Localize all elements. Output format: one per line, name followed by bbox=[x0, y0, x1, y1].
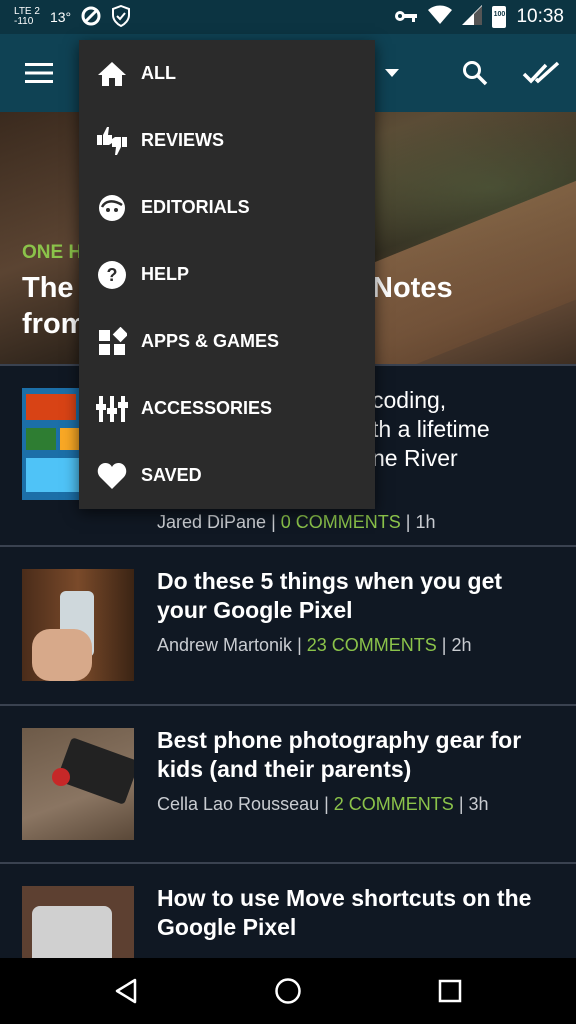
lte-bottom: -110 bbox=[14, 16, 34, 27]
search-icon[interactable] bbox=[454, 34, 496, 112]
status-bar: LTE 2 -110 13° 100 10:38 bbox=[0, 0, 576, 34]
meta-separator: | bbox=[453, 794, 469, 814]
hamburger-icon[interactable] bbox=[18, 34, 60, 112]
face-icon bbox=[95, 191, 129, 225]
menu-item-label: ALL bbox=[141, 63, 176, 83]
comments-link[interactable]: 23 COMMENTS bbox=[307, 635, 437, 655]
article-meta: Andrew Martonik | 23 COMMENTS | 2h bbox=[157, 635, 472, 656]
menu-item-all[interactable]: ALL bbox=[79, 40, 375, 107]
article-title-partial: coding, th a lifetime ne River bbox=[372, 386, 490, 473]
recents-icon[interactable] bbox=[402, 958, 498, 1024]
article-age: 3h bbox=[468, 794, 489, 814]
title-fragment: ne River bbox=[372, 445, 458, 471]
cell-signal-icon bbox=[462, 4, 483, 30]
menu-item-editorials[interactable]: EDITORIALS bbox=[79, 174, 375, 241]
back-icon[interactable] bbox=[78, 958, 174, 1024]
meta-separator: | bbox=[292, 635, 307, 655]
article-thumbnail bbox=[22, 728, 134, 840]
menu-item-label: ACCESSORIES bbox=[141, 398, 273, 418]
hero-kicker: ONE H bbox=[22, 242, 83, 263]
thumbs-icon bbox=[95, 124, 129, 158]
meta-separator: | bbox=[436, 635, 452, 655]
article-title[interactable]: Do these 5 things when you get your Goog… bbox=[157, 567, 537, 625]
article-age: 2h bbox=[451, 635, 472, 655]
system-nav-bar bbox=[0, 958, 576, 1024]
menu-item-saved[interactable]: SAVED bbox=[79, 442, 375, 509]
article-thumbnail bbox=[22, 886, 134, 958]
title-fragment: th a lifetime bbox=[372, 416, 490, 442]
hero-title-line2: from bbox=[22, 308, 87, 340]
article-author: Andrew Martonik bbox=[157, 635, 293, 655]
battery-level: 100 bbox=[493, 11, 506, 18]
apps-icon bbox=[95, 325, 129, 359]
menu-item-label: EDITORIALS bbox=[141, 197, 250, 217]
comments-link[interactable]: 0 COMMENTS bbox=[281, 512, 401, 532]
shield-check-icon bbox=[111, 4, 131, 30]
home-circle-icon[interactable] bbox=[240, 958, 336, 1024]
battery-icon: 100 bbox=[492, 6, 507, 28]
meta-separator: | bbox=[400, 512, 416, 532]
article-title[interactable]: How to use Move shortcuts on the Google … bbox=[157, 884, 537, 942]
signal-lte-label: LTE 2 -110 bbox=[14, 7, 40, 27]
article-row[interactable]: How to use Move shortcuts on the Google … bbox=[0, 864, 576, 958]
help-icon: ? bbox=[95, 258, 129, 292]
title-fragment: coding, bbox=[372, 387, 447, 413]
menu-item-apps-games[interactable]: APPS & GAMES bbox=[79, 308, 375, 375]
svg-text:?: ? bbox=[107, 265, 118, 285]
hero-title-right[interactable]: Notes bbox=[372, 270, 453, 306]
clock: 10:38 bbox=[516, 6, 564, 27]
article-meta: Jared DiPane | 0 COMMENTS | 1h bbox=[157, 512, 436, 533]
home-icon bbox=[95, 57, 129, 91]
menu-item-label: APPS & GAMES bbox=[141, 331, 280, 351]
article-meta: Cella Lao Rousseau | 2 COMMENTS | 3h bbox=[157, 794, 489, 815]
arrow-drop-down-icon[interactable] bbox=[378, 34, 406, 112]
blocked-icon bbox=[81, 6, 101, 29]
menu-item-reviews[interactable]: REVIEWS bbox=[79, 107, 375, 174]
hero-title-left[interactable]: The from bbox=[22, 270, 86, 342]
meta-separator: | bbox=[319, 794, 334, 814]
heart-icon bbox=[95, 459, 129, 493]
temperature: 13° bbox=[49, 9, 72, 25]
comments-link[interactable]: 2 COMMENTS bbox=[334, 794, 454, 814]
article-row[interactable]: Do these 5 things when you get your Goog… bbox=[0, 547, 576, 704]
article-thumbnail bbox=[22, 569, 134, 681]
vpn-key-icon bbox=[394, 7, 418, 28]
hero-title-line1: The bbox=[22, 272, 74, 304]
menu-item-label: HELP bbox=[141, 264, 190, 284]
done-all-icon[interactable] bbox=[518, 34, 566, 112]
menu-item-help[interactable]: ? HELP bbox=[79, 241, 375, 308]
meta-separator: | bbox=[266, 512, 281, 532]
accessories-icon bbox=[95, 392, 129, 426]
category-dropdown-menu: ALL REVIEWS EDITORIALS ? HELP APPS & GAM… bbox=[79, 40, 375, 509]
article-title[interactable]: Best phone photography gear for kids (an… bbox=[157, 726, 537, 784]
menu-item-accessories[interactable]: ACCESSORIES bbox=[79, 375, 375, 442]
article-row[interactable]: Best phone photography gear for kids (an… bbox=[0, 706, 576, 863]
menu-item-label: SAVED bbox=[141, 465, 202, 485]
article-age: 1h bbox=[415, 512, 436, 532]
article-author: Jared DiPane bbox=[157, 512, 267, 532]
menu-item-label: REVIEWS bbox=[141, 130, 225, 150]
article-author: Cella Lao Rousseau bbox=[157, 794, 320, 814]
wifi-icon bbox=[428, 5, 453, 30]
